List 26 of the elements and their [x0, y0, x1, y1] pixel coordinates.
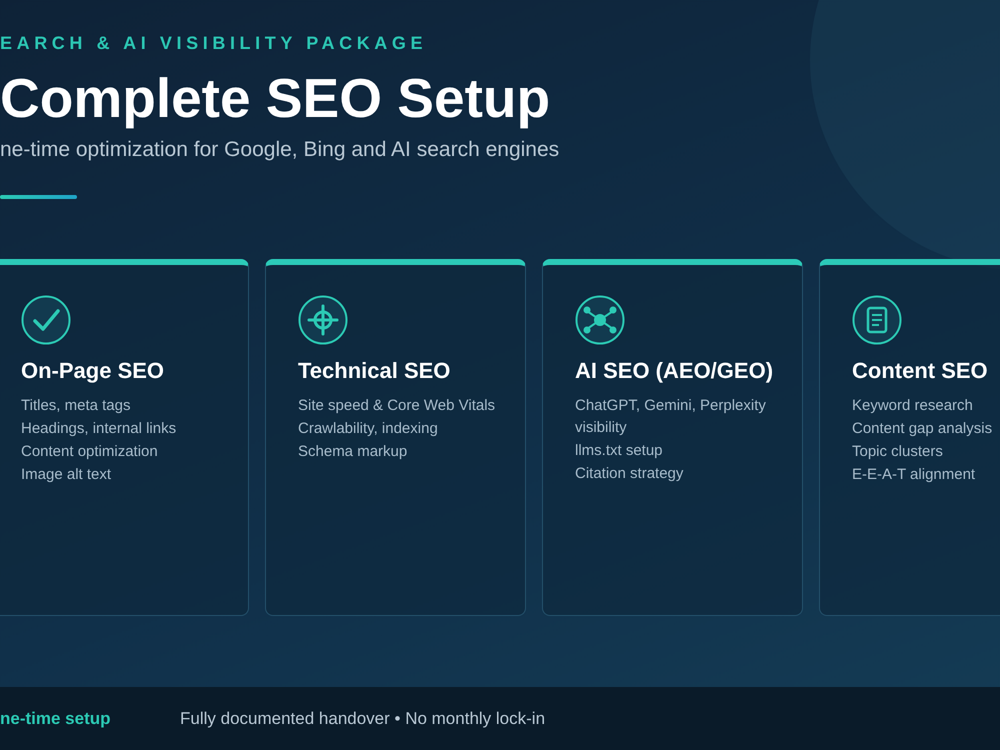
feature-text: Content gap analysis — [852, 419, 994, 439]
footer-highlight: ne-time setup — [0, 708, 112, 730]
feature-text: Content optimization — [21, 442, 159, 462]
document-icon — [852, 295, 902, 345]
feature-text: Titles, meta tags — [21, 396, 132, 416]
page-title: Complete SEO Setup — [0, 67, 552, 129]
feature-text: Site speed & Core Web Vitals — [298, 396, 496, 416]
feature-text: Headings, internal links — [21, 419, 178, 439]
feature-text: Image alt text — [21, 465, 112, 485]
card-title: On-Page SEO — [21, 357, 166, 385]
check-icon — [21, 295, 71, 345]
feature-text: Crawlability, indexing — [298, 419, 439, 439]
footer-text: Fully documented handover • No monthly lock-in — [180, 708, 546, 730]
card-title: AI SEO (AEO/GEO) — [575, 357, 774, 385]
feature-text: Keyword research — [852, 396, 974, 416]
crosshair-icon — [298, 295, 348, 345]
feature-text: E-E-A-T alignment — [852, 465, 976, 485]
card-title: Content SEO — [852, 357, 989, 385]
feature-text: llms.txt setup — [575, 441, 664, 461]
subtitle: ne-time optimization for Google, Bing and AI search engines — [0, 137, 560, 163]
card-title: Technical SEO — [298, 357, 452, 385]
feature-text: Schema markup — [298, 442, 408, 462]
eyebrow-text: EARCH & AI VISIBILITY PACKAGE — [0, 33, 428, 53]
feature-text: Citation strategy — [575, 464, 684, 484]
network-icon — [575, 295, 625, 345]
feature-text: Topic clusters — [852, 442, 944, 462]
